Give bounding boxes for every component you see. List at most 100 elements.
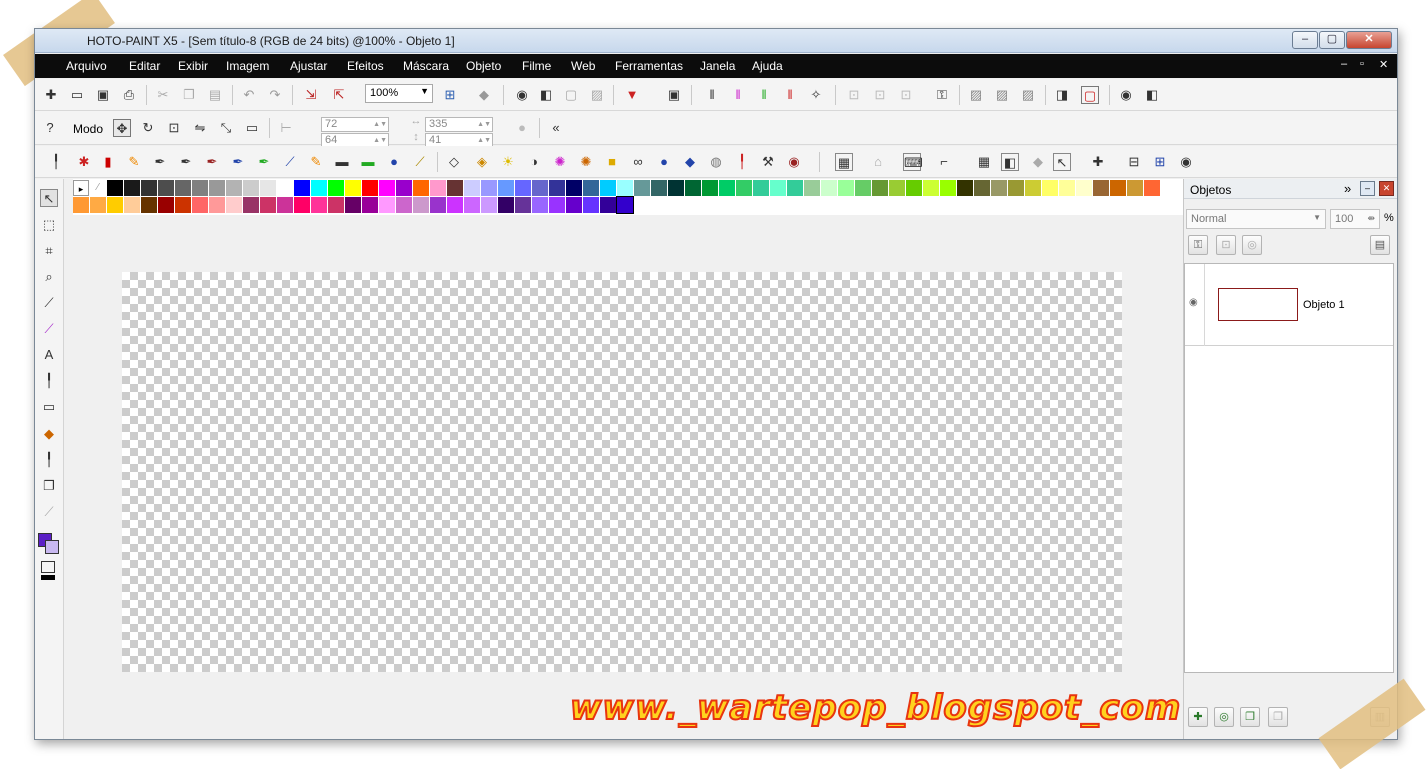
help-icon[interactable]: ? (41, 119, 59, 137)
width-field[interactable]: 335 ▲▼ (425, 117, 493, 132)
color-swatch[interactable] (685, 180, 701, 196)
color-swatch[interactable] (617, 180, 633, 196)
color-swatch[interactable] (974, 180, 990, 196)
marquee-visible-icon[interactable]: ▢ (1081, 86, 1099, 104)
plus-icon[interactable]: ✚ (1089, 153, 1107, 171)
redo-icon[interactable]: ↷ (266, 86, 284, 104)
effect-tool-icon[interactable]: ╿ (40, 372, 58, 390)
color-swatch[interactable] (175, 197, 191, 213)
color-swatch[interactable] (583, 197, 599, 213)
ruler-icon[interactable]: ⌐ (935, 153, 953, 171)
copy-icon[interactable]: ❐ (180, 86, 198, 104)
color-swatch[interactable] (277, 197, 293, 213)
color-swatch[interactable] (311, 197, 327, 213)
menu-imagem[interactable]: Imagem (226, 59, 269, 73)
zoom-icon[interactable]: ⌕ (40, 268, 58, 286)
color-swatch[interactable] (226, 197, 242, 213)
color-swatch[interactable] (209, 180, 225, 196)
color-swatch[interactable] (192, 197, 208, 213)
grid-icon[interactable]: ▦ (975, 153, 993, 171)
color-swatch[interactable] (294, 197, 310, 213)
color-swatch[interactable] (549, 180, 565, 196)
color-swatch[interactable] (940, 180, 956, 196)
menu-efeitos[interactable]: Efeitos (347, 59, 384, 73)
drop-icon[interactable]: ● (385, 153, 403, 171)
title-bar[interactable]: HOTO-PAINT X5 - [Sem título-8 (RGB de 24… (35, 29, 1397, 53)
doc-minimize-button[interactable]: – (1341, 58, 1347, 70)
eye-icon[interactable]: ◉ (513, 86, 531, 104)
color-swatch[interactable] (566, 197, 582, 213)
color-swatch[interactable] (753, 180, 769, 196)
maximize-button[interactable]: ▢ (1319, 31, 1345, 49)
color-swatch[interactable] (107, 197, 123, 213)
color-swatch[interactable] (379, 197, 395, 213)
color-swatch[interactable] (124, 197, 140, 213)
color-swatch[interactable] (260, 197, 276, 213)
mask-overlay-icon[interactable]: ◧ (537, 86, 555, 104)
color-swatch[interactable] (73, 197, 89, 213)
print-icon[interactable]: ⎙ (120, 86, 138, 104)
paint-bucket-icon[interactable]: ▮ (99, 153, 117, 171)
color-swatch[interactable] (515, 197, 531, 213)
minimize-button[interactable]: – (1292, 31, 1318, 49)
lock-icon[interactable]: ⚿ (933, 86, 951, 104)
snap-icon[interactable]: ◧ (1001, 153, 1019, 171)
import-icon[interactable]: ⇲ (302, 86, 320, 104)
color-swatch[interactable] (141, 197, 157, 213)
color-swatch[interactable] (243, 197, 259, 213)
doc-close-button[interactable]: ✕ (1379, 58, 1388, 71)
color-swatch[interactable] (838, 180, 854, 196)
doc-restore-button[interactable]: ▫ (1360, 58, 1364, 70)
eraser-icon[interactable]: ◇ (445, 153, 463, 171)
keyboard-icon[interactable]: ⌨ (903, 153, 923, 171)
effect-icon[interactable]: ✧ (807, 86, 825, 104)
color-swatch[interactable] (1042, 180, 1058, 196)
color-swatch[interactable] (821, 180, 837, 196)
marker-icon[interactable]: ✒ (229, 153, 247, 171)
glasses-icon[interactable]: ∞ (629, 153, 647, 171)
color-swatch[interactable] (413, 197, 429, 213)
menu-exibir[interactable]: Exibir (178, 59, 208, 73)
color-swatch[interactable] (1025, 180, 1041, 196)
eye-icon[interactable]: ◉ (1189, 297, 1198, 308)
eye-icon[interactable]: ◉ (1117, 86, 1135, 104)
color-swatch[interactable] (566, 180, 582, 196)
spin-arrows-icon[interactable]: ▲▼ (477, 118, 491, 131)
pen-icon[interactable]: ✒ (151, 153, 169, 171)
marker-icon[interactable]: ✒ (203, 153, 221, 171)
color-swatch[interactable] (787, 180, 803, 196)
blur-icon[interactable]: ● (655, 153, 673, 171)
color-swatch[interactable] (447, 180, 463, 196)
layers-icon[interactable]: ◧ (1143, 86, 1161, 104)
fill-icon[interactable]: ◆ (40, 425, 58, 443)
color-swatch[interactable] (345, 180, 361, 196)
close-button[interactable]: ✕ (1346, 31, 1392, 49)
color-swatch[interactable] (1076, 180, 1092, 196)
color-swatch[interactable] (464, 180, 480, 196)
hue-icon[interactable]: ✺ (577, 153, 595, 171)
pen-icon[interactable]: ✒ (177, 153, 195, 171)
spin-arrows-icon[interactable]: ▲▼ (373, 118, 387, 131)
marquee-icon[interactable]: ▨ (588, 86, 606, 104)
color-swatch[interactable] (192, 180, 208, 196)
blend-mode-select[interactable]: Normal ▼ (1186, 209, 1326, 229)
mask-mode-icon[interactable]: ▨ (1019, 86, 1037, 104)
color-swatch[interactable] (362, 197, 378, 213)
color-swatch[interactable] (413, 180, 429, 196)
palette-scroll-icon[interactable]: ▸ (73, 180, 89, 196)
x-position-field[interactable]: 72 ▲▼ (321, 117, 389, 132)
color-swatch[interactable] (770, 180, 786, 196)
color-swatch[interactable] (243, 180, 259, 196)
color-swatch[interactable] (804, 180, 820, 196)
pointer-snap-icon[interactable]: ↖ (1053, 153, 1071, 171)
color-wheel-icon[interactable]: ✺ (551, 153, 569, 171)
grid-toggle-icon[interactable]: ▦ (835, 153, 853, 171)
menu-mascara[interactable]: Máscara (403, 59, 449, 73)
airbrush-icon[interactable]: ⟋ (281, 153, 299, 171)
object-properties-icon[interactable]: ▤ (1370, 235, 1390, 255)
frame-icon[interactable]: ◨ (1053, 86, 1071, 104)
color-swatch[interactable] (616, 196, 634, 214)
color-swatch[interactable] (481, 197, 497, 213)
color-swatch[interactable] (107, 180, 123, 196)
color-swatch[interactable] (328, 180, 344, 196)
